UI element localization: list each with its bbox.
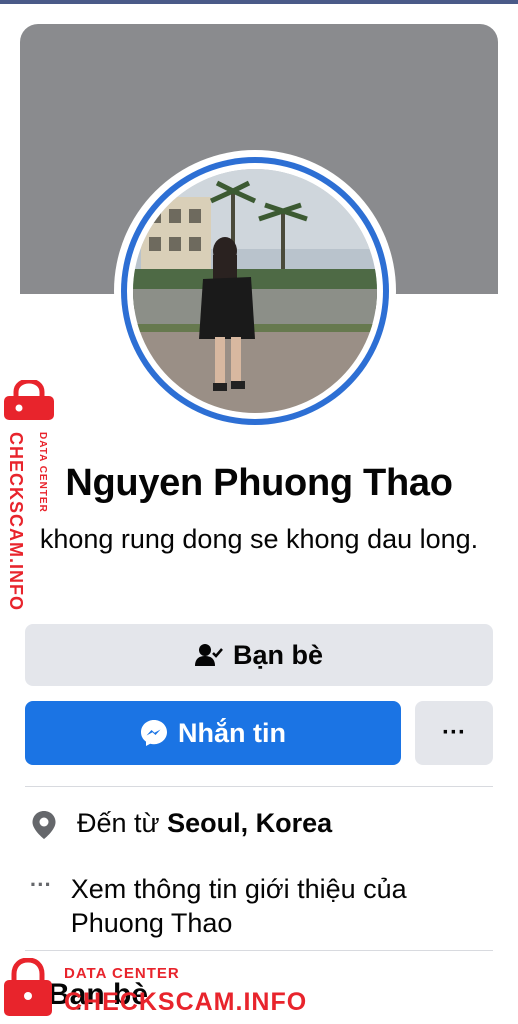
friends-button[interactable]: Bạn bè bbox=[25, 624, 493, 686]
watermark-big-vertical: CHECKSCAM.INFO bbox=[6, 432, 26, 611]
divider bbox=[25, 950, 493, 951]
message-button[interactable]: Nhắn tin bbox=[25, 701, 401, 765]
location-value: Seoul, Korea bbox=[167, 808, 333, 838]
watermark-vertical: CHECKSCAM.INFO DATA CENTER bbox=[4, 432, 48, 632]
watermark-big: CHECKSCAM.INFO bbox=[64, 988, 308, 1016]
more-dots-glyph: ··· bbox=[29, 872, 52, 897]
messenger-icon bbox=[140, 719, 168, 747]
avatar-image bbox=[133, 169, 377, 413]
about-link[interactable]: Xem thông tin giới thiệu của Phuong Thao bbox=[71, 872, 493, 940]
friends-check-icon bbox=[194, 643, 223, 667]
profile-name: Nguyen Phuong Thao bbox=[65, 462, 453, 504]
profile-bio: khong rung dong se khong dau long. bbox=[39, 524, 479, 554]
story-ring bbox=[121, 157, 389, 425]
watermark-small: DATA CENTER bbox=[64, 965, 180, 982]
profile-picture[interactable] bbox=[114, 150, 396, 432]
more-button[interactable]: ··· bbox=[415, 701, 493, 765]
lock-icon bbox=[4, 957, 52, 1021]
about-row[interactable]: ··· Xem thông tin giới thiệu của Phuong … bbox=[25, 872, 493, 940]
friends-button-label: Bạn bè bbox=[232, 639, 324, 670]
location-prefix: Đến từ bbox=[77, 808, 168, 838]
more-dots-icon: ··· bbox=[25, 872, 57, 940]
top-status-bar bbox=[0, 0, 518, 4]
location-pin-icon bbox=[25, 806, 63, 840]
watermark-small-vertical: DATA CENTER bbox=[37, 432, 48, 513]
more-icon: ··· bbox=[442, 719, 466, 746]
lock-icon bbox=[4, 378, 54, 425]
location-row: Đến từ Seoul, Korea bbox=[25, 806, 493, 840]
divider bbox=[25, 786, 493, 787]
message-button-label: Nhắn tin bbox=[178, 717, 286, 748]
